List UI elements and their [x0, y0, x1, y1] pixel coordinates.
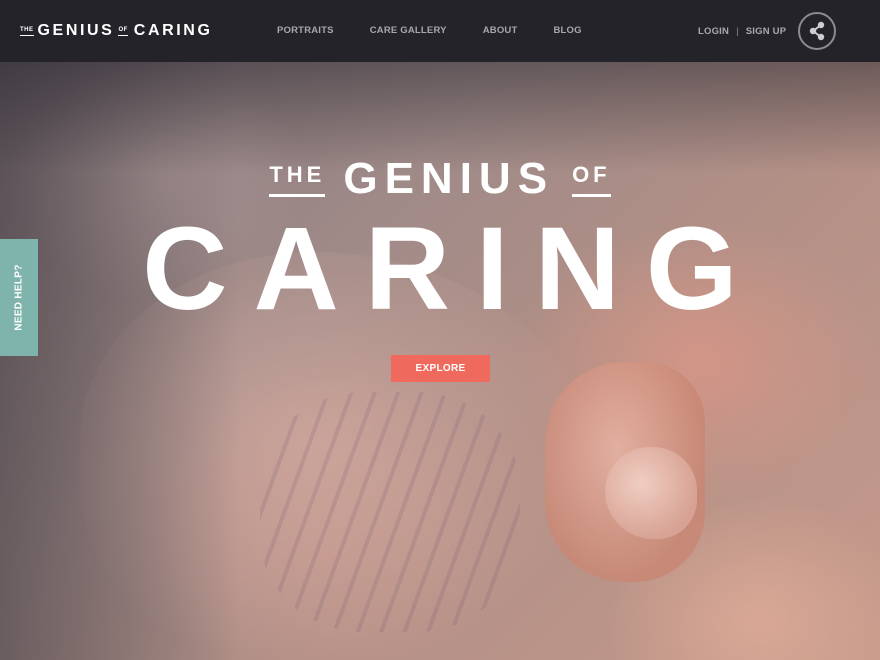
headline-genius: GENIUS	[343, 154, 555, 203]
nav-item-about[interactable]: ABOUT	[483, 25, 518, 36]
logo-caring: CARING	[133, 22, 213, 39]
headline-caring: CARING	[142, 203, 764, 335]
auth-separator: |	[736, 26, 739, 37]
logo-of: OF	[118, 27, 128, 36]
signup-link[interactable]: SIGN UP	[746, 26, 786, 37]
hero-headline: THE GENIUS OF CARING	[0, 154, 880, 328]
logo-genius: GENIUS	[37, 22, 115, 39]
headline-the: THE	[269, 162, 326, 197]
thumbnail-shape	[605, 447, 697, 539]
auth-links: LOGIN | SIGN UP	[698, 26, 786, 37]
login-link[interactable]: LOGIN	[698, 26, 729, 37]
nav-item-care-gallery[interactable]: CARE GALLERY	[370, 25, 447, 36]
explore-button[interactable]: EXPLORE	[391, 355, 490, 382]
top-navbar: THE GENIUS OF CARING PORTRAITS CARE GALL…	[0, 0, 880, 62]
nav-item-blog[interactable]: BLOG	[553, 25, 581, 36]
nav-item-portraits[interactable]: PORTRAITS	[277, 25, 334, 36]
hero-section: THE GENIUS OF CARING EXPLORE	[0, 62, 880, 660]
headline-top-line: THE GENIUS OF	[0, 154, 880, 204]
need-help-label: NEED HELP?	[13, 264, 25, 331]
logo-the: THE	[20, 27, 34, 36]
share-button[interactable]	[798, 12, 836, 50]
main-nav: PORTRAITS CARE GALLERY ABOUT BLOG	[277, 25, 618, 36]
share-icon	[809, 21, 825, 41]
need-help-tab[interactable]: NEED HELP?	[0, 239, 38, 356]
hand-texture	[260, 392, 520, 632]
headline-of: OF	[572, 162, 611, 197]
site-logo[interactable]: THE GENIUS OF CARING	[20, 22, 213, 40]
